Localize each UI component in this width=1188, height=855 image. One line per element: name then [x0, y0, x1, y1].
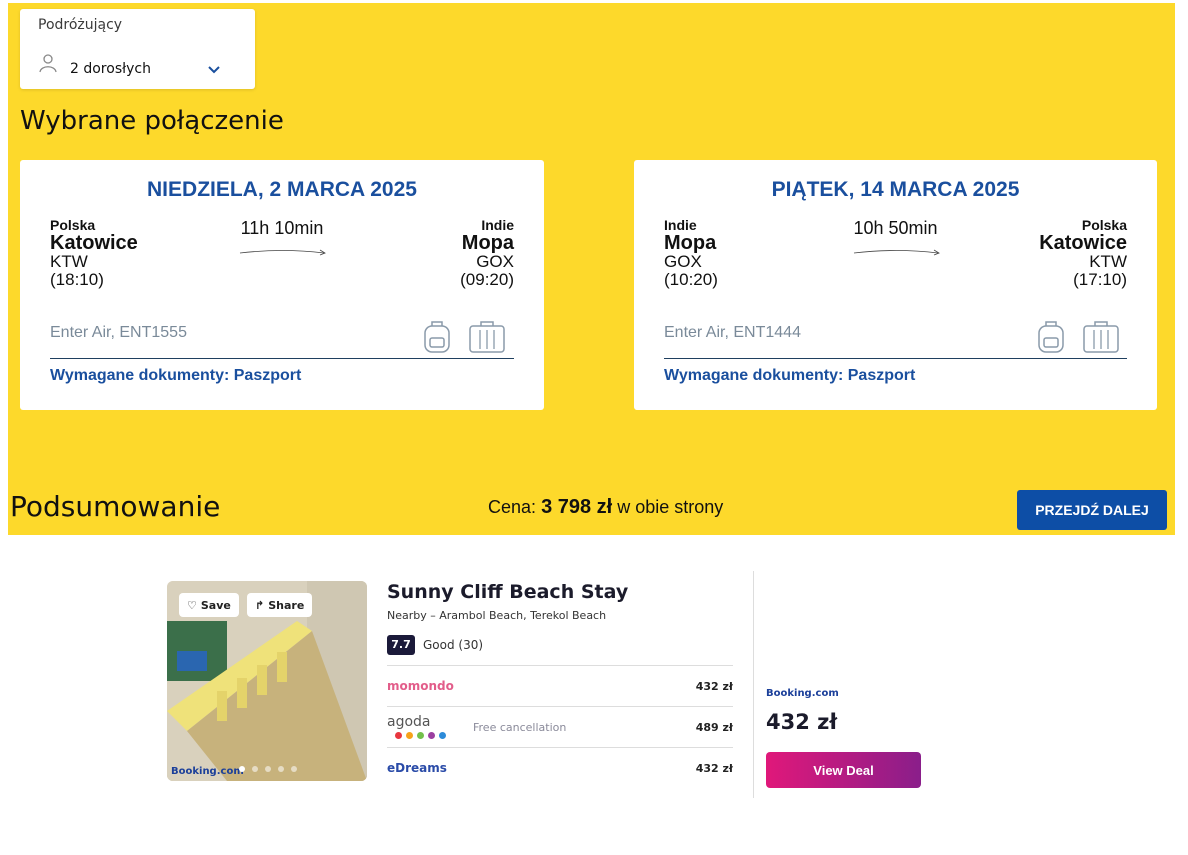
destination-code: KTW: [1089, 252, 1127, 271]
hotel-name[interactable]: Sunny Cliff Beach Stay: [387, 581, 628, 603]
heart-icon: ♡: [187, 598, 197, 612]
arrival-time: (17:10): [1073, 270, 1127, 289]
share-button[interactable]: ↱ Share: [247, 593, 313, 617]
offer-price: 489 zł: [695, 721, 733, 734]
hotel-photo[interactable]: ♡ Save ↱ Share Booking.com: [167, 581, 367, 781]
rating-score: 7.7: [387, 635, 415, 655]
travelers-label: Podróżujący: [38, 17, 123, 33]
destination: Polska Katowice KTW (17:10): [1039, 217, 1127, 289]
continue-button[interactable]: PRZEJDŹ DALEJ: [1017, 490, 1167, 530]
flight-number: Enter Air, ENT1555: [50, 324, 187, 341]
arrow-right-icon: [853, 249, 940, 256]
suitcase-icon[interactable]: [1082, 320, 1120, 354]
return-flight-card: PIĄTEK, 14 MARCA 2025 Indie Mopa GOX (10…: [634, 160, 1157, 410]
backpack-icon[interactable]: [422, 318, 452, 354]
travelers-dropdown[interactable]: Podróżujący 2 dorosłych: [20, 9, 255, 89]
deal-price: 432 zł: [766, 710, 838, 734]
share-icon: ↱: [255, 598, 265, 612]
chevron-down-icon: [208, 66, 220, 74]
agoda-dots: [395, 732, 446, 739]
destination-country: Polska: [1081, 217, 1127, 233]
backpack-icon[interactable]: [1036, 318, 1066, 354]
divider: [753, 571, 754, 798]
price-suffix: w obie strony: [617, 497, 724, 517]
summary-title: Podsumowanie: [10, 490, 221, 523]
carousel-dots[interactable]: [239, 766, 297, 772]
flight-number: Enter Air, ENT1444: [664, 324, 801, 341]
offer-row[interactable]: momondo 432 zł: [387, 665, 733, 706]
person-icon: [39, 54, 57, 73]
selected-connection-title: Wybrane połączenie: [20, 106, 284, 136]
destination-code: GOX: [476, 252, 514, 271]
required-documents: Wymagane dokumenty: Paszport: [664, 367, 916, 384]
departure-time: (10:20): [664, 270, 718, 289]
provider-logo: momondo: [387, 679, 454, 693]
destination-country: Indie: [481, 217, 514, 233]
provider-logo: eDreams: [387, 761, 447, 775]
free-cancellation: Free cancellation: [473, 721, 567, 734]
suitcase-icon[interactable]: [468, 320, 506, 354]
travelers-value: 2 dorosłych: [70, 61, 151, 77]
total-price: Cena: 3 798 zł w obie strony: [488, 496, 723, 519]
offer-row[interactable]: agoda Free cancellation 489 zł: [387, 706, 733, 747]
required-documents: Wymagane dokumenty: Paszport: [50, 367, 302, 384]
view-deal-button[interactable]: View Deal: [766, 752, 921, 788]
divider: [664, 358, 1127, 359]
price-prefix: Cena:: [488, 497, 537, 517]
provider-logo: agoda: [387, 714, 431, 730]
destination: Indie Mopa GOX (09:20): [460, 217, 514, 289]
outbound-flight-card: NIEDZIELA, 2 MARCA 2025 Polska Katowice …: [20, 160, 544, 410]
departure-time: (18:10): [50, 270, 104, 289]
flight-date: PIĄTEK, 14 MARCA 2025: [771, 178, 1020, 201]
photo-brand: Booking.com: [171, 766, 244, 777]
hotel-nearby: Nearby – Arambol Beach, Terekol Beach: [387, 609, 607, 622]
divider: [50, 358, 514, 359]
destination-city: Katowice: [1039, 232, 1127, 254]
destination-city: Mopa: [461, 232, 514, 254]
flight-date: NIEDZIELA, 2 MARCA 2025: [147, 178, 417, 201]
price-value: 3 798 zł: [541, 496, 613, 518]
deal-brand: Booking.com: [766, 688, 839, 699]
offer-price: 432 zł: [695, 762, 733, 775]
offer-row[interactable]: eDreams 432 zł: [387, 747, 733, 788]
offer-price: 432 zł: [695, 680, 733, 693]
origin-code: KTW: [50, 252, 88, 271]
arrow-right-icon: [239, 249, 326, 256]
rating-label: Good (30): [423, 638, 484, 652]
origin-code: GOX: [664, 252, 702, 271]
arrival-time: (09:20): [460, 270, 514, 289]
save-button[interactable]: ♡ Save: [179, 593, 239, 617]
